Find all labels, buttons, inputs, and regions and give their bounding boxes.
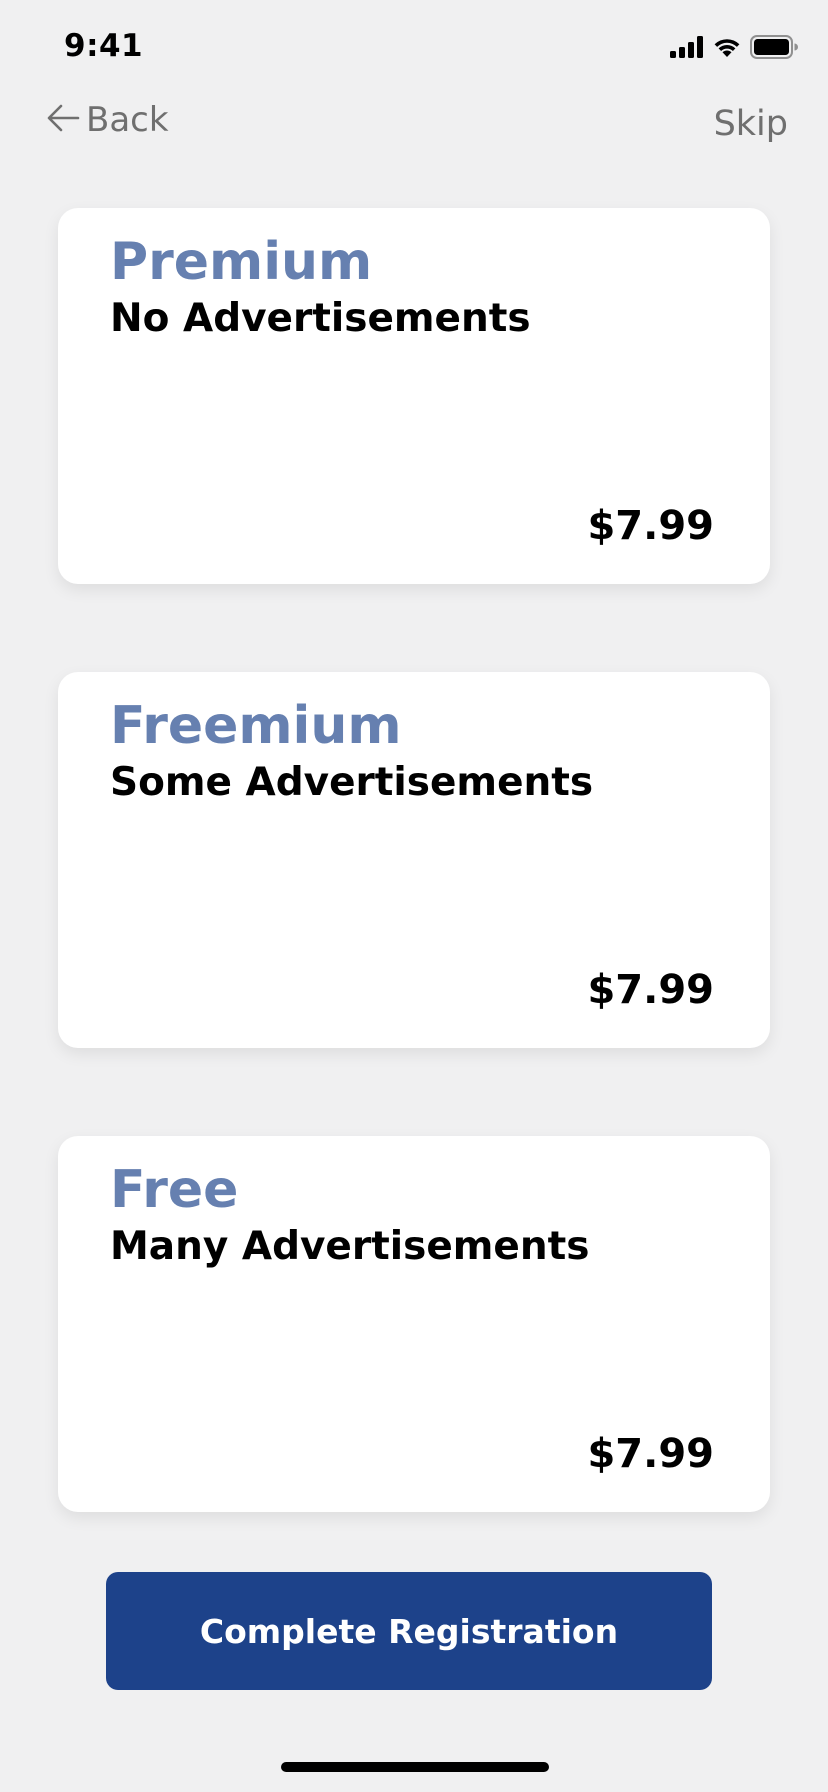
complete-registration-button[interactable]: Complete Registration	[106, 1572, 712, 1690]
plan-description: No Advertisements	[110, 296, 531, 341]
plan-name: Premium	[110, 232, 373, 292]
plan-price: $7.99	[587, 967, 714, 1013]
home-indicator[interactable]	[281, 1762, 549, 1772]
plan-description: Many Advertisements	[110, 1224, 590, 1269]
plan-description: Some Advertisements	[110, 760, 594, 805]
plan-card-free[interactable]: Free Many Advertisements $7.99	[58, 1136, 770, 1512]
plan-name: Freemium	[110, 696, 402, 756]
status-bar: 9:41	[0, 0, 828, 96]
status-time: 9:41	[64, 28, 144, 64]
plan-card-freemium[interactable]: Freemium Some Advertisements $7.99	[58, 672, 770, 1048]
plan-card-premium[interactable]: Premium No Advertisements $7.99	[58, 208, 770, 584]
status-icons	[670, 34, 798, 64]
back-button[interactable]: Back	[46, 100, 169, 140]
wifi-icon	[712, 36, 742, 63]
back-label: Back	[86, 100, 169, 140]
cellular-signal-icon	[670, 35, 704, 63]
battery-icon	[750, 34, 798, 64]
plan-price: $7.99	[587, 1431, 714, 1477]
arrow-left-icon	[46, 103, 80, 138]
plan-name: Free	[110, 1160, 239, 1220]
complete-registration-label: Complete Registration	[199, 1611, 619, 1651]
skip-button[interactable]: Skip	[714, 104, 788, 144]
plan-price: $7.99	[587, 503, 714, 549]
